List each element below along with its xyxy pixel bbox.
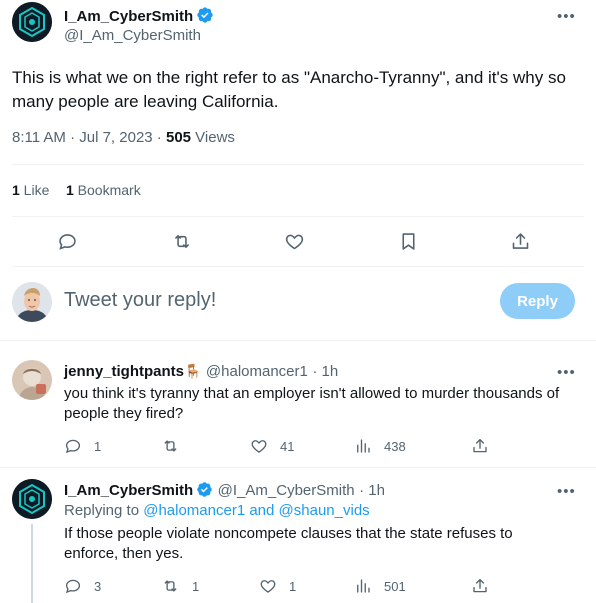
reply-time[interactable]: · 1h [359,482,385,499]
views-count: 505 [165,129,192,146]
reply-input[interactable]: Tweet your reply! [64,289,216,312]
verified-badge-icon [196,6,214,29]
reply-submit-button[interactable]: Reply [500,283,575,319]
divider [12,266,584,267]
reply-display-name[interactable]: I_Am_CyberSmith [64,482,193,499]
views-label: Views [191,129,235,146]
tweet-meta: 8:11 AM · Jul 7, 2023 · 505 Views [12,129,235,146]
bookmark-icon [402,233,415,250]
more-icon[interactable]: ••• [557,8,576,25]
reply-icon [59,234,76,250]
reply-text: you think it's tyranny that an employer … [64,385,560,422]
reply-text: If those people violate noncompete claus… [64,525,513,562]
reply-button[interactable]: 3 [64,577,101,595]
bookmarks-count: 1 [66,182,74,198]
like-count: 1 [289,578,297,594]
reply-avatar[interactable] [12,479,52,519]
retweet-button[interactable] [161,437,192,455]
reply-icon [65,439,81,454]
bookmark-button[interactable] [398,231,419,252]
share-icon [473,438,487,453]
reply-display-name[interactable]: jenny_tightpants [64,363,184,380]
share-button[interactable] [471,577,489,595]
divider [12,216,584,217]
thread-connector [31,524,33,603]
reply-handle[interactable]: @halomancer1 [206,363,308,380]
tweet-text: This is what we on the right refer to as… [12,68,566,111]
author-display-name[interactable]: I_Am_CyberSmith [64,8,193,25]
more-icon[interactable]: ••• [557,364,576,381]
tweet-timestamp[interactable]: 8:11 AM · Jul 7, 2023 · [12,129,166,146]
retweet-button[interactable] [171,231,193,252]
reply-button[interactable]: 1 [64,437,101,455]
views-icon [357,579,370,593]
share-icon [473,578,487,593]
replying-prefix: Replying to [64,502,144,519]
bookmarks-stat[interactable]: 1 Bookmark [66,182,141,198]
replying-and: and [245,502,279,519]
replying-user-link[interactable]: @halomancer1 [143,502,245,519]
replying-to: Replying to @halomancer1 and @shaun_vids [64,502,370,519]
reply-header: jenny_tightpants🪑 @halomancer1 · 1h [64,363,338,381]
retweet-icon [174,235,190,248]
reply-button[interactable] [57,231,78,252]
more-icon[interactable]: ••• [557,483,576,500]
reply-handle[interactable]: @I_Am_CyberSmith [218,482,355,499]
like-button[interactable]: 1 [259,577,296,595]
like-icon [251,440,267,453]
retweet-icon [164,580,177,592]
like-icon [260,580,276,593]
views-button[interactable]: 438 [354,437,406,455]
share-button[interactable] [510,231,531,252]
reply-time[interactable]: · 1h [312,363,338,380]
like-count: 41 [280,438,295,454]
retweet-count: 1 [192,578,200,594]
views-button[interactable]: 501 [354,577,406,595]
verified-badge-icon [196,481,213,503]
reply-icon [65,579,81,594]
like-button[interactable] [284,231,305,252]
retweet-button[interactable]: 1 [161,577,199,595]
view-count: 438 [384,438,406,454]
divider [0,340,596,341]
divider [0,467,596,468]
like-icon [285,234,304,250]
share-button[interactable] [471,437,489,455]
chair-emoji: 🪑 [184,363,202,379]
reply-avatar[interactable] [12,360,52,400]
like-button[interactable]: 41 [250,437,294,455]
likes-count: 1 [12,182,20,198]
replying-user-link[interactable]: @shaun_vids [279,502,370,519]
views-icon [357,439,370,453]
view-count: 501 [384,578,406,594]
likes-label: Like [19,182,50,198]
bookmarks-label: Bookmark [73,182,141,198]
author-handle[interactable]: @I_Am_CyberSmith [64,27,201,44]
reply-count: 3 [94,578,102,594]
user-avatar[interactable] [12,282,52,322]
author-avatar[interactable] [12,2,52,42]
reply-header: I_Am_CyberSmith @I_Am_CyberSmith · 1h [64,481,385,503]
author-name-row: I_Am_CyberSmith [64,6,214,29]
retweet-icon [164,440,177,452]
likes-stat[interactable]: 1 Like [12,182,49,198]
divider [12,164,584,165]
reply-count: 1 [94,438,102,454]
share-icon [512,233,529,249]
